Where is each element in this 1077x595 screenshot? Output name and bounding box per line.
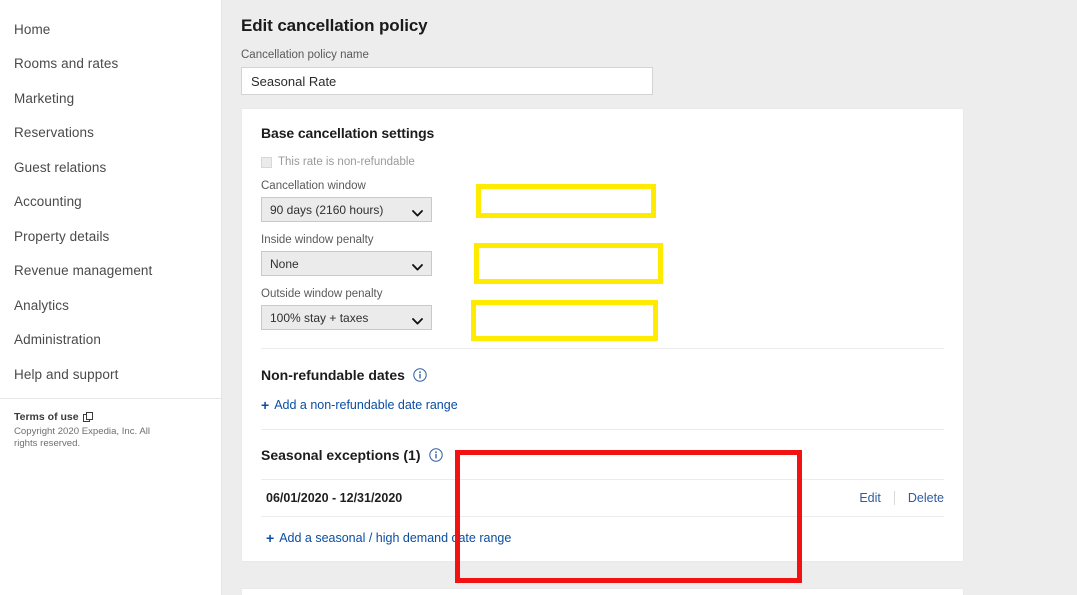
sidebar-item-label: Analytics [14,297,69,313]
chevron-down-icon [412,314,423,325]
policy-name-label: Cancellation policy name [241,49,369,62]
sidebar-item-help-and-support[interactable]: Help and support [0,357,221,392]
terms-of-use-link[interactable]: Terms of use [14,411,209,423]
seasonal-exceptions-heading: Seasonal exceptions (1) [261,447,421,464]
cancellation-window-select[interactable]: 90 days (2160 hours) [261,197,432,223]
sidebar-item-label: Property details [14,228,110,244]
sidebar-item-label: Accounting [14,194,82,210]
non-refundable-dates-heading-row: Non-refundable dates [261,367,944,383]
cancellation-settings-card: Base cancellation settings This rate is … [241,108,964,563]
sidebar-item-label: Rooms and rates [14,56,119,72]
add-seasonal-date-range-label: Add a seasonal / high demand date range [279,531,512,546]
external-link-icon [82,412,93,422]
sidebar-item-property-details[interactable]: Property details [0,219,221,254]
sidebar-nav-list: Home Rooms and rates Marketing Reservati… [0,0,221,392]
add-seasonal-section: + Add a seasonal / high demand date rang… [242,517,963,561]
seasonal-exceptions-heading-row: Seasonal exceptions (1) [261,447,944,463]
inside-window-penalty-label: Inside window penalty [261,234,374,247]
sidebar-item-label: Guest relations [14,159,107,175]
sidebar-item-label: Marketing [14,90,75,106]
add-non-refundable-date-range-label: Add a non-refundable date range [274,398,458,413]
seasonal-exception-date-range: 06/01/2020 - 12/31/2020 [266,491,403,506]
sidebar-item-home[interactable]: Home [0,12,221,47]
non-refundable-dates-section: Non-refundable dates + Add a non-refunda… [242,349,963,412]
delete-link[interactable]: Delete [908,491,944,505]
sidebar-item-label: Administration [14,332,101,348]
base-settings-section: Base cancellation settings This rate is … [242,109,963,331]
outside-window-penalty-select[interactable]: 100% stay + taxes [261,305,432,331]
main-content: Edit cancellation policy Cancellation po… [222,0,1077,595]
terms-of-use-label: Terms of use [14,411,79,423]
sidebar-item-revenue-management[interactable]: Revenue management [0,254,221,289]
sidebar-item-marketing[interactable]: Marketing [0,81,221,116]
cancellation-window-value: 90 days (2160 hours) [270,202,384,217]
sidebar-item-guest-relations[interactable]: Guest relations [0,150,221,185]
non-refundable-checkbox[interactable] [261,156,272,168]
copyright-text: Copyright 2020 Expedia, Inc. All rights … [14,426,150,449]
plus-icon: + [261,397,270,414]
base-settings-heading: Base cancellation settings [261,125,435,142]
sidebar: Home Rooms and rates Marketing Reservati… [0,0,222,595]
inside-window-penalty-value: None [270,256,299,271]
sidebar-item-rooms-and-rates[interactable]: Rooms and rates [0,47,221,82]
outside-window-penalty-label: Outside window penalty [261,288,383,301]
non-refundable-checkbox-label: This rate is non-refundable [278,156,415,169]
chevron-down-icon [412,260,423,271]
sidebar-item-reservations[interactable]: Reservations [0,116,221,151]
seasonal-exception-actions: Edit Delete [859,491,944,506]
cancellation-window-select-wrap: 90 days (2160 hours) [261,197,432,223]
sidebar-item-analytics[interactable]: Analytics [0,288,221,323]
inside-window-penalty-select[interactable]: None [261,251,432,277]
seasonal-exceptions-section: Seasonal exceptions (1) [242,430,963,463]
action-divider [893,491,895,506]
policy-name-input[interactable] [241,67,653,96]
info-icon[interactable] [413,368,427,383]
sidebar-divider [0,398,221,399]
sidebar-item-label: Revenue management [14,263,153,279]
sidebar-footer: Terms of use Copyright 2020 Expedia, Inc… [14,411,209,450]
outside-window-penalty-value: 100% stay + taxes [270,310,369,325]
sidebar-item-label: Help and support [14,366,119,382]
content-column: Edit cancellation policy Cancellation po… [241,11,964,563]
non-refundable-checkbox-row[interactable]: This rate is non-refundable [261,156,944,168]
sidebar-item-label: Reservations [14,125,94,141]
table-row: 06/01/2020 - 12/31/2020 Edit Delete [242,480,963,516]
inside-window-penalty-select-wrap: None [261,251,432,277]
app-root: Home Rooms and rates Marketing Reservati… [0,0,1077,595]
non-refundable-dates-heading: Non-refundable dates [261,367,405,384]
outside-window-penalty-select-wrap: 100% stay + taxes [261,305,432,331]
sidebar-item-administration[interactable]: Administration [0,323,221,358]
next-card-partial [241,588,964,595]
cancellation-window-label: Cancellation window [261,180,366,193]
plus-icon: + [266,530,275,547]
chevron-down-icon [412,206,423,217]
edit-link[interactable]: Edit [859,491,881,505]
info-icon[interactable] [428,448,443,463]
add-seasonal-date-range-link[interactable]: + Add a seasonal / high demand date rang… [261,531,944,545]
page-title: Edit cancellation policy [241,16,428,36]
sidebar-item-label: Home [14,21,51,37]
sidebar-item-accounting[interactable]: Accounting [0,185,221,220]
add-non-refundable-date-range-link[interactable]: + Add a non-refundable date range [261,398,944,412]
